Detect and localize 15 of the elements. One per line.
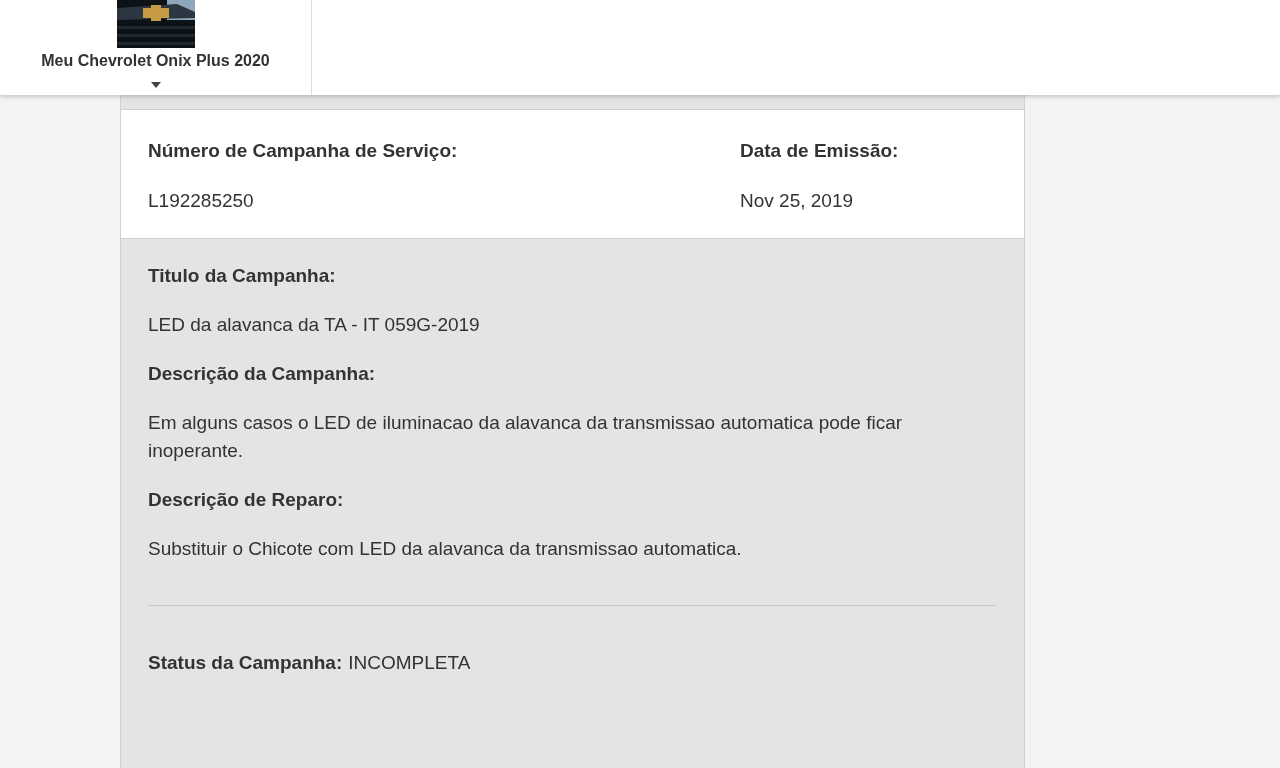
vehicle-name: Meu Chevrolet Onix Plus 2020	[41, 52, 270, 70]
section-text: LED da alavanca da TA - IT 059G-2019	[148, 313, 481, 337]
field-label: Número de Campanha de Serviço:	[148, 140, 459, 162]
issue-date: Nov 25, 2019	[740, 190, 855, 212]
section-heading: Descrição da Campanha:	[148, 363, 376, 385]
field-label: Data de Emissão:	[740, 140, 900, 162]
section-heading: Descrição de Reparo:	[148, 489, 344, 511]
status-label: Status da Campanha:	[148, 652, 343, 674]
section-heading: Titulo da Campanha:	[148, 265, 336, 287]
section-text: Substituir o Chicote com LED da alavanca da transmissao automatica.	[148, 537, 743, 561]
vehicle-selector[interactable]: Meu Chevrolet Onix Plus 2020	[0, 0, 312, 95]
status-value: INCOMPLETA	[348, 652, 471, 674]
section-text: Em alguns casos o LED de iluminacao da alavanca da transmissao automatica pode ficar inoperante.	[148, 411, 904, 463]
caret-icon	[150, 82, 161, 88]
campaign-number: L192285250	[148, 190, 255, 212]
